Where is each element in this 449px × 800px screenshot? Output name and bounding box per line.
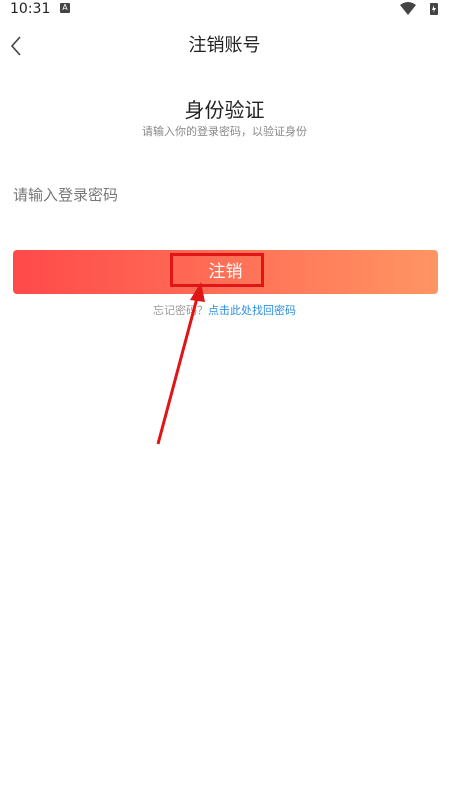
forgot-question: 忘记密码？ bbox=[153, 304, 208, 317]
password-input[interactable] bbox=[13, 180, 433, 210]
page-title: 注销账号 bbox=[188, 35, 261, 56]
status-bar: 10:31 A bbox=[0, 0, 449, 22]
cancel-account-button[interactable]: 注销 bbox=[13, 250, 438, 294]
a-icon: A bbox=[60, 3, 70, 13]
forgot-password-link[interactable]: 点击此处找回密码 bbox=[208, 304, 296, 317]
cancel-account-label: 注销 bbox=[208, 262, 243, 282]
wifi-icon bbox=[400, 2, 416, 15]
status-icons bbox=[399, 2, 441, 16]
verify-title: 身份验证 bbox=[184, 98, 265, 122]
arrow-line bbox=[156, 297, 199, 445]
forgot-password-line: 忘记密码？点击此处找回密码 bbox=[0, 303, 449, 319]
verify-subtitle: 请输入你的登录密码，以验证身份 bbox=[142, 125, 307, 138]
header: 注销账号 bbox=[0, 28, 449, 64]
wifi-battery-icons bbox=[400, 2, 438, 15]
status-time: 10:31 bbox=[10, 1, 51, 17]
